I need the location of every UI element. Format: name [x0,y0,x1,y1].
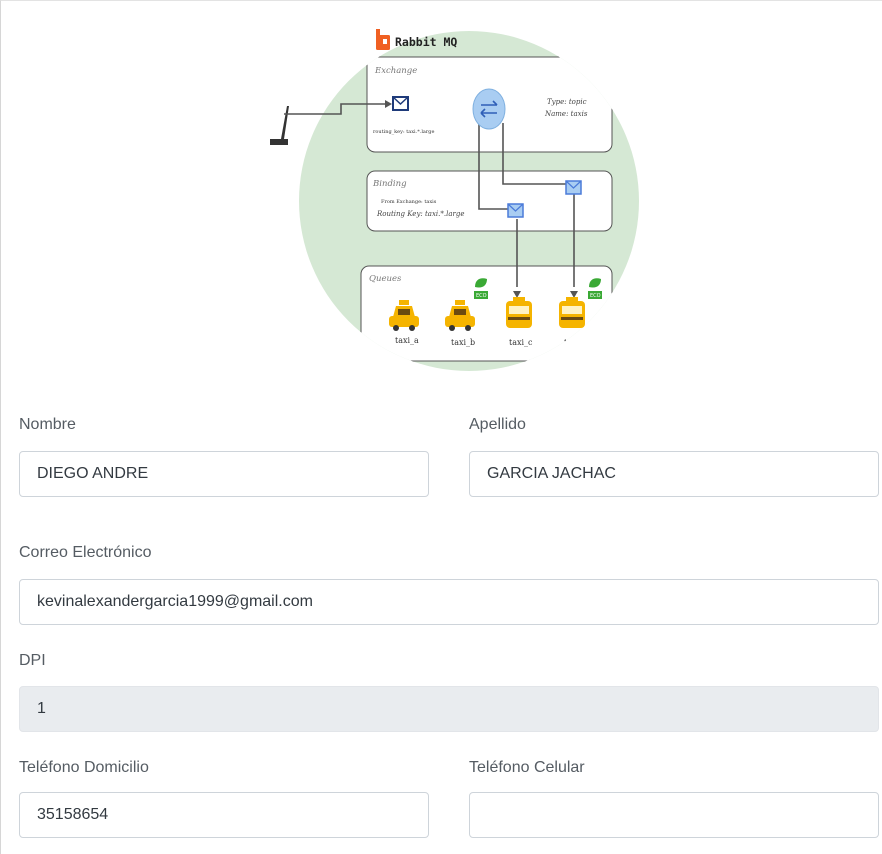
dpi-input [19,686,879,732]
envelope-icon [507,203,524,218]
email-field[interactable] [19,579,879,625]
diagram-title: Rabbit MQ [395,35,457,49]
exchange-routing-text: routing_key: taxi.*.large [373,129,434,135]
queue-label-taxi-d: taxi_d [564,338,588,347]
taxi-icon [506,297,532,328]
nombre-label: Nombre [19,416,76,433]
exchange-type-text: Type: topic [547,98,587,106]
rabbitmq-diagram: Rabbit MQ Exchange routing_key: taxi.*.l… [270,29,639,371]
rabbitmq-diagram-image: Rabbit MQ Exchange routing_key: taxi.*.l… [259,11,649,391]
envelope-icon [392,96,409,111]
registration-form-page: Rabbit MQ Exchange routing_key: taxi.*.l… [0,0,882,854]
queue-label-taxi-c: taxi_c [509,338,533,347]
telefono-celular-input[interactable] [469,792,879,838]
queues-heading: Queues [369,274,402,284]
exchange-arrows-icon [472,88,506,130]
binding-heading: Binding [372,179,407,189]
queue-label-taxi-b: taxi_b [451,338,475,347]
rabbitmq-logo-icon [376,29,390,50]
correo-label: Correo Electrónico [19,544,152,561]
binding-key-text: Routing Key: taxi.*.large [376,210,465,218]
telefono-domicilio-label: Teléfono Domicilio [19,759,149,776]
eco-badge-text: ECO [590,293,601,299]
eco-badge-text: ECO [476,293,487,299]
nombre-input[interactable] [19,451,429,497]
envelope-icon [565,180,582,195]
exchange-name-text: Name: taxis [544,110,588,118]
laptop-icon [270,106,289,145]
apellido-input[interactable] [469,451,879,497]
binding-from-text: From Exchange: taxis [381,199,437,205]
telefono-domicilio-input[interactable] [19,792,429,838]
apellido-label: Apellido [469,416,526,433]
telefono-celular-label: Teléfono Celular [469,759,585,776]
exchange-heading: Exchange [374,66,417,76]
queue-label-taxi-a: taxi_a [395,336,419,345]
taxi-icon [559,297,585,328]
dpi-label: DPI [19,652,46,669]
